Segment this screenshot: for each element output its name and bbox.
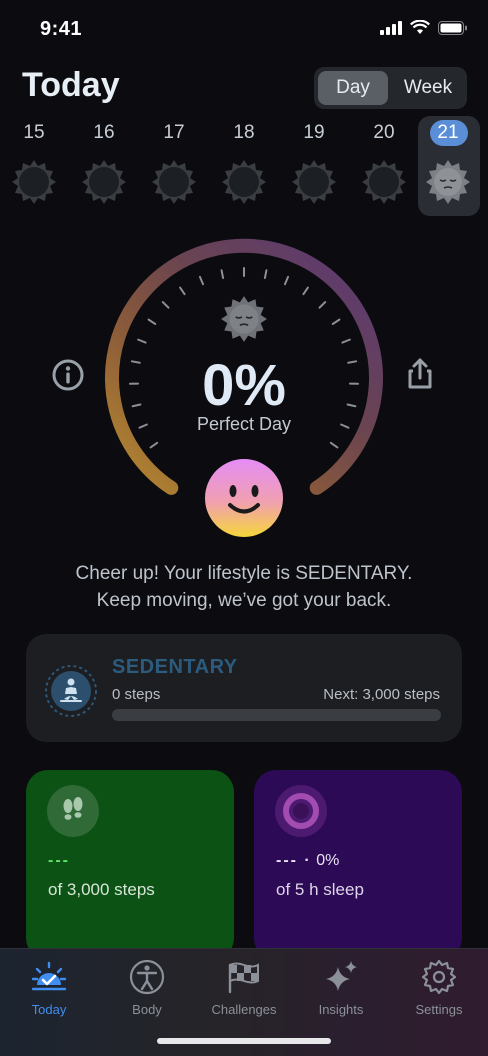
sun-badge-icon (222, 160, 266, 204)
day-item-selected[interactable]: 21 (418, 116, 480, 216)
day-item[interactable]: 16 (74, 116, 134, 216)
dial-tick (341, 338, 351, 344)
dial-tick (263, 269, 268, 280)
share-icon[interactable] (402, 356, 438, 392)
dial-tick (318, 301, 327, 309)
sleep-value: --- · 0% (276, 852, 339, 870)
battery-icon (438, 20, 467, 35)
day-item[interactable]: 20 (354, 116, 414, 216)
status-bar: 9:41 (0, 0, 488, 60)
day-number: 19 (303, 122, 325, 143)
tab-today[interactable]: Today (0, 957, 98, 1021)
level-progress-bar (112, 709, 441, 721)
tab-label: Body (132, 1002, 162, 1017)
sun-badge-icon (12, 160, 56, 204)
dial-tick (147, 318, 157, 325)
steps-tile[interactable]: --- of 3,000 steps (26, 770, 234, 960)
status-time: 9:41 (40, 18, 83, 40)
day-item[interactable]: 18 (214, 116, 274, 216)
segment-week[interactable]: Week (392, 71, 464, 105)
day-number: 15 (23, 122, 45, 143)
tab-insights[interactable]: Insights (292, 957, 390, 1021)
status-icons (380, 20, 468, 35)
tab-label: Today (31, 1002, 67, 1017)
dial-tick (220, 269, 225, 280)
footprints-icon (47, 785, 99, 837)
smiley-face-icon (205, 459, 283, 537)
tab-challenges[interactable]: Challenges (195, 957, 293, 1021)
dial-tick (302, 286, 309, 296)
body-figure-icon (129, 959, 165, 995)
sunrise-check-icon (31, 961, 67, 991)
tab-body[interactable]: Body (98, 957, 196, 1021)
sleep-percent: 0% (316, 852, 340, 869)
day-number: 16 (93, 122, 115, 143)
dial-tick (161, 301, 170, 309)
dial-tick (137, 338, 147, 344)
checkered-flag-icon (228, 962, 259, 994)
level-name: SEDENTARY (112, 656, 238, 678)
tab-label: Insights (318, 1002, 364, 1017)
segment-day[interactable]: Day (318, 71, 388, 105)
perfect-day-label: Perfect Day (196, 414, 292, 434)
sleep-goal-label: of 5 h sleep (276, 880, 364, 899)
day-item[interactable]: 17 (144, 116, 204, 216)
message-line: Cheer up! Your lifestyle is SEDENTARY. (75, 563, 413, 584)
info-icon[interactable] (50, 357, 86, 393)
sleepy-sun-icon (221, 296, 267, 342)
tab-label: Settings (415, 1002, 463, 1017)
dial-tick (179, 286, 186, 296)
day-number: 21 (437, 122, 459, 143)
sun-badge-icon (292, 160, 336, 204)
message-line: Keep moving, we’ve got your back. (96, 590, 392, 611)
dial-tick (331, 318, 341, 325)
level-next-goal: Next: 3,000 steps (323, 686, 440, 703)
dial-tick (329, 441, 339, 449)
steps-goal-label: of 3,000 steps (48, 880, 155, 899)
level-steps: 0 steps (112, 686, 161, 703)
sleepy-sun-icon (426, 160, 470, 204)
tab-label: Challenges (211, 1002, 277, 1017)
day-strip: 15 16 17 18 19 20 21 (0, 116, 488, 216)
page-title: Today (22, 66, 120, 104)
day-number: 18 (233, 122, 255, 143)
day-number: 17 (163, 122, 185, 143)
dial-tick (283, 275, 290, 286)
sleep-hours: --- · (276, 852, 312, 869)
activity-level-card[interactable]: SEDENTARY 0 steps Next: 3,000 steps (26, 634, 462, 742)
sleep-ring-icon (275, 785, 327, 837)
home-indicator (157, 1038, 331, 1044)
gear-icon (421, 959, 457, 995)
tab-settings[interactable]: Settings (390, 957, 488, 1021)
dial-tick (149, 441, 159, 449)
sun-badge-icon (82, 160, 126, 204)
day-week-toggle: Day Week (314, 67, 467, 109)
cellular-signal-icon (380, 20, 402, 35)
sparkles-icon (326, 961, 357, 991)
day-item[interactable]: 15 (4, 116, 64, 216)
sun-badge-icon (152, 160, 196, 204)
sleep-tile[interactable]: --- · 0% of 5 h sleep (254, 770, 462, 960)
wifi-icon (410, 20, 430, 34)
meditation-icon (45, 665, 97, 717)
day-number: 20 (373, 122, 395, 143)
encouragement-message: Cheer up! Your lifestyle is SEDENTARY. K… (0, 560, 488, 614)
day-item[interactable]: 19 (284, 116, 344, 216)
steps-value: --- (48, 852, 70, 869)
dial-tick (198, 275, 205, 286)
sun-badge-icon (362, 160, 406, 204)
